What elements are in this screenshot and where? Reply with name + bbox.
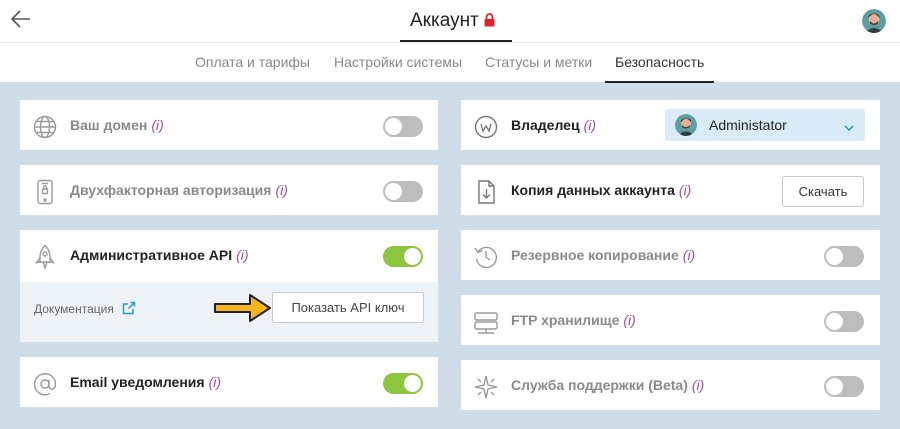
download-button[interactable]: Скачать: [782, 176, 864, 207]
lock-icon: [484, 13, 495, 32]
toggle-knob: [385, 118, 402, 135]
backup-label: Резервное копирование (i): [511, 247, 696, 263]
phone-icon: [32, 179, 58, 205]
history-icon: [473, 244, 499, 270]
back-arrow-icon[interactable]: [9, 6, 35, 32]
domain-label: Ваш домен (i): [70, 117, 164, 133]
support-card: Служба поддержки (Beta) (i): [461, 360, 880, 410]
info-icon[interactable]: (i): [623, 312, 635, 328]
toggle-knob: [826, 378, 843, 395]
globe-icon: [32, 114, 58, 140]
info-icon[interactable]: (i): [236, 247, 248, 263]
email-toggle[interactable]: [383, 373, 423, 394]
ftp-card: FTP хранилище (i): [461, 295, 880, 345]
rocket-icon: [32, 244, 58, 271]
owner-select[interactable]: Administator: [665, 109, 865, 141]
toggle-knob: [826, 248, 843, 265]
domain-card: Ваш домен (i): [20, 100, 438, 150]
email-card: Email уведомления (i): [20, 357, 438, 407]
download-icon: [473, 179, 499, 205]
chevron-down-icon: [843, 120, 855, 138]
owner-label: Владелец (i): [511, 117, 597, 133]
toggle-knob: [404, 248, 421, 265]
support-label: Служба поддержки (Beta) (i): [511, 377, 705, 393]
two-factor-card: Двухфакторная авторизация (i): [20, 165, 438, 215]
external-link-icon[interactable]: [122, 301, 136, 320]
two-factor-label: Двухфакторная авторизация (i): [70, 182, 288, 198]
tab-billing[interactable]: Оплата и тарифы: [195, 43, 310, 83]
domain-toggle[interactable]: [383, 116, 423, 137]
page-title-tab: Аккаунт: [400, 0, 512, 42]
toggle-knob: [826, 313, 843, 330]
export-card: Копия данных аккаунта (i) Скачать: [461, 165, 880, 215]
two-factor-toggle[interactable]: [383, 181, 423, 202]
top-bar: Аккаунт: [0, 0, 900, 42]
info-icon[interactable]: (i): [584, 117, 596, 133]
info-icon[interactable]: (i): [151, 117, 163, 133]
show-api-key-button[interactable]: Показать API ключ: [272, 292, 424, 323]
at-icon: [32, 371, 58, 397]
owner-avatar: [675, 114, 697, 136]
owner-card: Владелец (i) Administator: [461, 100, 880, 150]
owner-name: Administator: [709, 117, 787, 133]
page-title: Аккаунт: [410, 10, 479, 31]
info-icon[interactable]: (i): [209, 374, 221, 390]
export-label: Копия данных аккаунта (i): [511, 182, 692, 198]
tab-statuses[interactable]: Статусы и метки: [485, 43, 592, 83]
info-icon[interactable]: (i): [679, 182, 691, 198]
toggle-knob: [385, 183, 402, 200]
admin-api-card: Административное API (i): [20, 230, 438, 282]
backup-card: Резервное копирование (i): [461, 230, 880, 280]
email-label: Email уведомления (i): [70, 374, 222, 390]
tab-security[interactable]: Безопасность: [605, 43, 715, 83]
owner-icon: [473, 114, 499, 140]
sparkle-icon: [473, 374, 499, 400]
admin-api-label: Административное API (i): [70, 247, 249, 263]
ftp-toggle[interactable]: [824, 311, 864, 332]
server-icon: [473, 309, 499, 335]
admin-api-toggle[interactable]: [383, 246, 423, 267]
info-icon[interactable]: (i): [692, 377, 704, 393]
backup-toggle[interactable]: [824, 246, 864, 267]
info-icon[interactable]: (i): [683, 247, 695, 263]
user-avatar[interactable]: [862, 9, 886, 33]
support-toggle[interactable]: [824, 376, 864, 397]
documentation-link[interactable]: Документация: [34, 302, 114, 316]
pointer-arrow-icon: [212, 290, 274, 331]
toggle-knob: [404, 375, 421, 392]
ftp-label: FTP хранилище (i): [511, 312, 636, 328]
tab-bar: Оплата и тарифы Настройки системы Статус…: [0, 42, 900, 83]
tab-system-settings[interactable]: Настройки системы: [334, 43, 462, 83]
info-icon[interactable]: (i): [275, 182, 287, 198]
